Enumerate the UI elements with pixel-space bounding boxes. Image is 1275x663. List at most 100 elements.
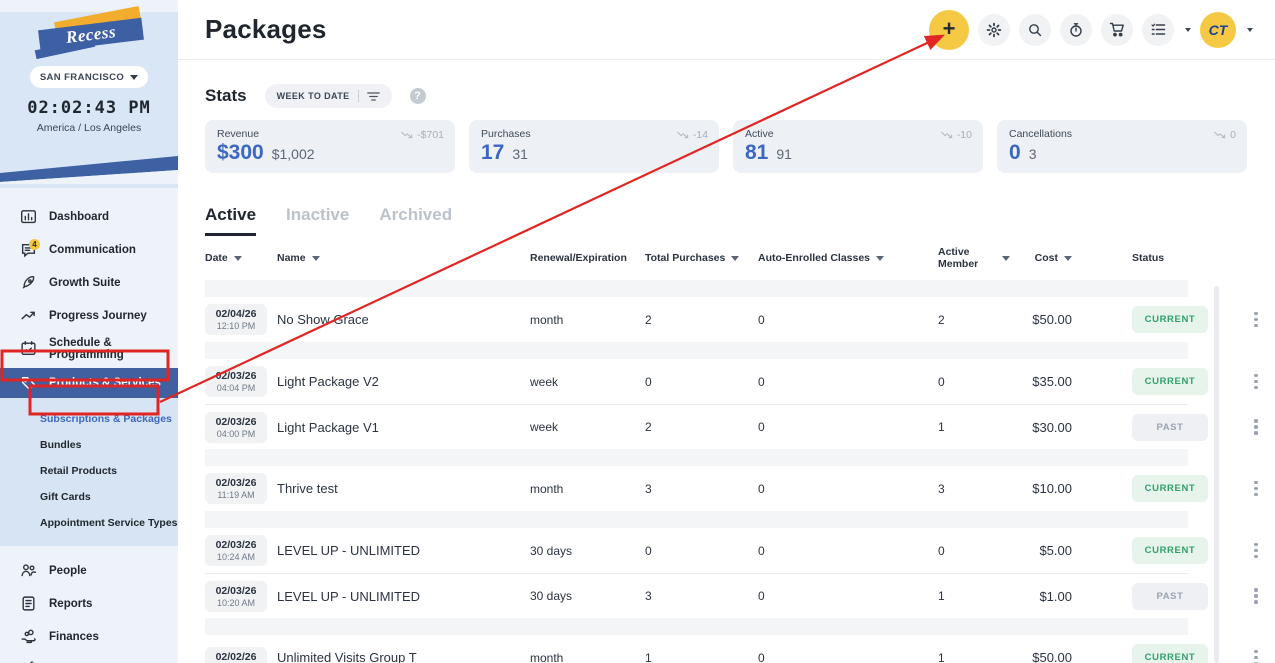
package-name: Unlimited Visits Group T bbox=[277, 650, 417, 663]
sidebar-item-dashboard[interactable]: Dashboard bbox=[0, 200, 178, 233]
cost-cell: $50.00 bbox=[1032, 650, 1072, 663]
column-date[interactable]: Date bbox=[205, 252, 277, 264]
table-row[interactable]: 02/03/26 04:04 PM Light Package V2 week 0… bbox=[205, 359, 1258, 404]
table-row[interactable]: 02/03/26 04:00 PM Light Package V1 week 2… bbox=[205, 404, 1258, 449]
sidebar-menu-bottom: People Reports Finances bbox=[0, 546, 178, 663]
gear-icon bbox=[986, 22, 1002, 37]
date-badge: 02/03/26 11:19 AM bbox=[205, 473, 267, 504]
location-selector[interactable]: SAN FRANCISCO bbox=[30, 66, 148, 88]
purchases-cell: 3 bbox=[645, 589, 652, 603]
package-name: No Show Grace bbox=[277, 312, 369, 327]
row-menu-button[interactable] bbox=[1246, 480, 1266, 497]
tab-active[interactable]: Active bbox=[205, 205, 257, 236]
row-menu-button[interactable] bbox=[1246, 588, 1266, 604]
add-package-button[interactable]: + bbox=[929, 9, 969, 50]
row-menu-button[interactable] bbox=[1246, 311, 1266, 328]
cart-button[interactable] bbox=[1101, 13, 1133, 46]
sidebar-item-progress-journey[interactable]: Progress Journey bbox=[0, 299, 178, 332]
sort-caret-icon[interactable] bbox=[1064, 255, 1072, 261]
sidebar-item-reports[interactable]: Reports bbox=[0, 587, 178, 620]
tag-icon bbox=[20, 375, 37, 392]
location-label: SAN FRANCISCO bbox=[39, 71, 125, 83]
clock: 02:02:43 PM bbox=[27, 98, 151, 118]
calendar-icon bbox=[20, 340, 37, 357]
sidebar-subitem-subscriptions-packages[interactable]: Subscriptions & Packages bbox=[0, 406, 178, 432]
column-cost[interactable]: Cost bbox=[1010, 252, 1102, 264]
filter-icon bbox=[366, 91, 380, 101]
table-row[interactable]: 02/03/26 10:24 AM LEVEL UP - UNLIMITED 30… bbox=[205, 528, 1258, 573]
timer-button[interactable] bbox=[1060, 13, 1092, 46]
trend-up-icon bbox=[20, 307, 37, 324]
help-icon[interactable]: ? bbox=[409, 88, 426, 104]
sort-caret-icon[interactable] bbox=[311, 255, 320, 261]
sidebar-item-schedule[interactable]: Schedule & Programming bbox=[0, 332, 178, 365]
date-range-selector[interactable]: WEEK TO DATE bbox=[264, 84, 392, 108]
user-avatar[interactable]: CT bbox=[1200, 11, 1236, 48]
recess-logo: Recess bbox=[29, 5, 149, 60]
search-button[interactable] bbox=[1019, 13, 1051, 46]
table-row[interactable]: 02/02/26 Unlimited Visits Group T month … bbox=[205, 635, 1258, 663]
sidebar-subitem-appointment-service-types[interactable]: Appointment Service Types bbox=[0, 510, 178, 536]
cost-cell: $1.00 bbox=[1039, 588, 1072, 604]
search-icon bbox=[1029, 23, 1042, 36]
purchases-cell: 2 bbox=[645, 312, 652, 327]
classes-cell: 0 bbox=[758, 374, 765, 389]
diagonal-divider bbox=[0, 156, 178, 184]
column-renewal: Renewal/Expiration bbox=[530, 252, 627, 264]
date-badge: 02/03/26 10:20 AM bbox=[205, 580, 267, 612]
classes-cell: 0 bbox=[758, 312, 765, 327]
sort-caret-icon[interactable] bbox=[1002, 255, 1010, 261]
tab-archived[interactable]: Archived bbox=[379, 205, 452, 236]
tab-inactive[interactable]: Inactive bbox=[286, 205, 349, 236]
sidebar-item-label: Reports bbox=[49, 597, 93, 610]
report-icon bbox=[20, 595, 37, 612]
sort-caret-icon[interactable] bbox=[876, 255, 885, 261]
classes-cell: 0 bbox=[758, 650, 765, 663]
finances-icon bbox=[20, 628, 37, 645]
sidebar-item-finances[interactable]: Finances bbox=[0, 620, 178, 653]
sidebar-item-products-services[interactable]: Products & Services bbox=[0, 368, 178, 398]
row-separator bbox=[205, 280, 1188, 297]
tasks-dropdown-caret[interactable] bbox=[1185, 27, 1191, 32]
row-menu-button[interactable] bbox=[1246, 542, 1266, 559]
stats-header: Stats WEEK TO DATE ? bbox=[205, 84, 1248, 108]
sort-caret-icon[interactable] bbox=[233, 255, 242, 261]
row-menu-button[interactable] bbox=[1246, 373, 1266, 390]
sidebar-item-tools[interactable]: Tools bbox=[0, 653, 178, 663]
chevron-down-icon bbox=[130, 74, 139, 80]
sidebar-item-people[interactable]: People bbox=[0, 554, 178, 587]
avatar-dropdown-caret[interactable] bbox=[1247, 27, 1253, 32]
member-cell: 1 bbox=[938, 650, 945, 663]
column-auto-enrolled[interactable]: Auto-Enrolled Classes bbox=[758, 252, 938, 264]
sidebar-header: Recess SAN FRANCISCO 02:02:43 PM America… bbox=[0, 5, 178, 188]
sidebar-subitem-gift-cards[interactable]: Gift Cards bbox=[0, 484, 178, 510]
tasks-button[interactable] bbox=[1142, 13, 1174, 46]
sidebar-item-growth-suite[interactable]: Growth Suite bbox=[0, 266, 178, 299]
task-list-icon bbox=[1150, 23, 1165, 35]
stat-value: 17 bbox=[481, 141, 505, 164]
table-row[interactable]: 02/03/26 11:19 AM Thrive test month 3 0 3… bbox=[205, 466, 1258, 511]
member-cell: 1 bbox=[938, 420, 945, 434]
row-menu-button[interactable] bbox=[1246, 649, 1266, 663]
trend-value: -14 bbox=[692, 129, 708, 141]
table-body: 02/04/26 12:10 PM No Show Grace month 2 0… bbox=[205, 280, 1258, 663]
sort-caret-icon[interactable] bbox=[731, 255, 740, 261]
sidebar-item-communication[interactable]: 4 Communication bbox=[0, 233, 178, 266]
pill-divider bbox=[357, 90, 359, 102]
settings-button[interactable] bbox=[978, 13, 1010, 46]
sidebar-subitem-retail-products[interactable]: Retail Products bbox=[0, 458, 178, 484]
column-total-purchases[interactable]: Total Purchases bbox=[645, 252, 758, 264]
column-name[interactable]: Name bbox=[277, 252, 530, 264]
sidebar-subitem-bundles[interactable]: Bundles bbox=[0, 432, 178, 458]
stat-card-cancellations: Cancellations 03 0 bbox=[997, 120, 1247, 173]
sidebar: Recess SAN FRANCISCO 02:02:43 PM America… bbox=[0, 0, 178, 663]
sidebar-item-label: Progress Journey bbox=[49, 309, 147, 322]
table-row[interactable]: 02/03/26 10:20 AM LEVEL UP - UNLIMITED 30… bbox=[205, 573, 1258, 618]
column-active-member[interactable]: Active Member bbox=[938, 246, 1010, 270]
trend-down-icon bbox=[401, 131, 413, 139]
table-scrollbar[interactable] bbox=[1214, 286, 1219, 663]
row-menu-button[interactable] bbox=[1246, 419, 1266, 435]
package-name: Thrive test bbox=[277, 481, 338, 496]
stat-secondary: 31 bbox=[512, 146, 528, 162]
table-row[interactable]: 02/04/26 12:10 PM No Show Grace month 2 0… bbox=[205, 297, 1258, 342]
